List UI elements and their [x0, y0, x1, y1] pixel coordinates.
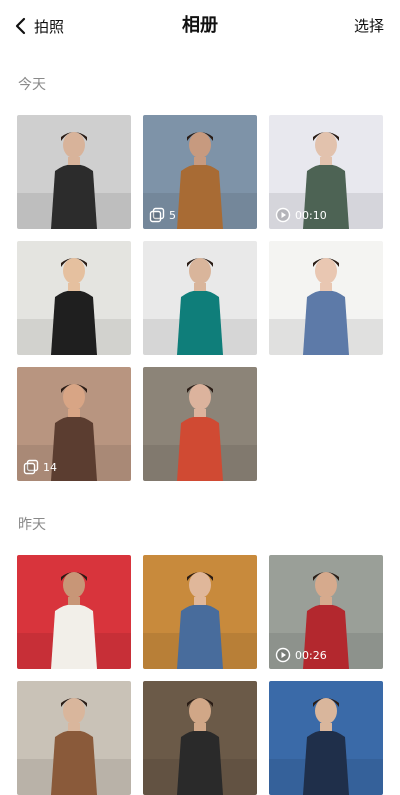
photo-thumbnail	[269, 681, 383, 795]
video-play-icon	[275, 207, 291, 223]
top-bar: 拍照 相册 选择	[0, 0, 400, 52]
photo-partial-4[interactable]	[17, 681, 131, 795]
video-play-icon	[275, 647, 291, 663]
multi-photo-icon	[149, 207, 165, 223]
photo-woman-red-trousers-street[interactable]: 00:26	[269, 555, 383, 669]
photo-thumbnail	[17, 241, 131, 355]
photo-thumbnail	[143, 681, 257, 795]
photo-count-badge: 14	[23, 459, 57, 475]
multi-photo-icon	[23, 459, 39, 475]
back-label: 拍照	[34, 17, 65, 36]
photo-so-it-goes-tee[interactable]	[17, 555, 131, 669]
photo-woman-profile-warm[interactable]: 14	[17, 367, 131, 481]
photo-partial-5[interactable]	[143, 681, 257, 795]
select-button[interactable]: 选择	[354, 12, 384, 40]
photo-thumbnail	[269, 241, 383, 355]
photo-man-brown-jacket[interactable]: 5	[143, 115, 257, 229]
photo-partial-6[interactable]	[269, 681, 383, 795]
photo-count-badge: 5	[149, 207, 176, 223]
photo-thumbnail	[17, 555, 131, 669]
video-duration-badge: 00:10	[275, 207, 327, 223]
photo-woman-green-top[interactable]: 00:10	[269, 115, 383, 229]
back-button[interactable]: 拍照	[14, 12, 64, 40]
photo-thumbnail	[143, 555, 257, 669]
section-label-today: 今天	[18, 77, 46, 93]
badge-text: 5	[169, 208, 176, 222]
photo-woman-red-pants-shutter[interactable]	[143, 367, 257, 481]
photo-thumbnail	[17, 681, 131, 795]
section-label-yesterday: 昨天	[18, 517, 46, 533]
photo-woman-denim-overalls[interactable]	[269, 241, 383, 355]
photo-denim-jacket-floral[interactable]	[143, 555, 257, 669]
photo-woman-glasses-bomber[interactable]	[17, 241, 131, 355]
photo-thumbnail	[143, 367, 257, 481]
photo-thumbnail	[143, 241, 257, 355]
photo-woman-black-vest[interactable]	[17, 115, 131, 229]
photo-teal-sweater-bag[interactable]	[143, 241, 257, 355]
chevron-left-icon	[15, 17, 26, 35]
badge-text: 14	[43, 460, 57, 474]
photo-thumbnail	[17, 115, 131, 229]
video-duration-badge: 00:26	[275, 647, 327, 663]
badge-text: 00:26	[295, 648, 327, 662]
badge-text: 00:10	[295, 208, 327, 222]
